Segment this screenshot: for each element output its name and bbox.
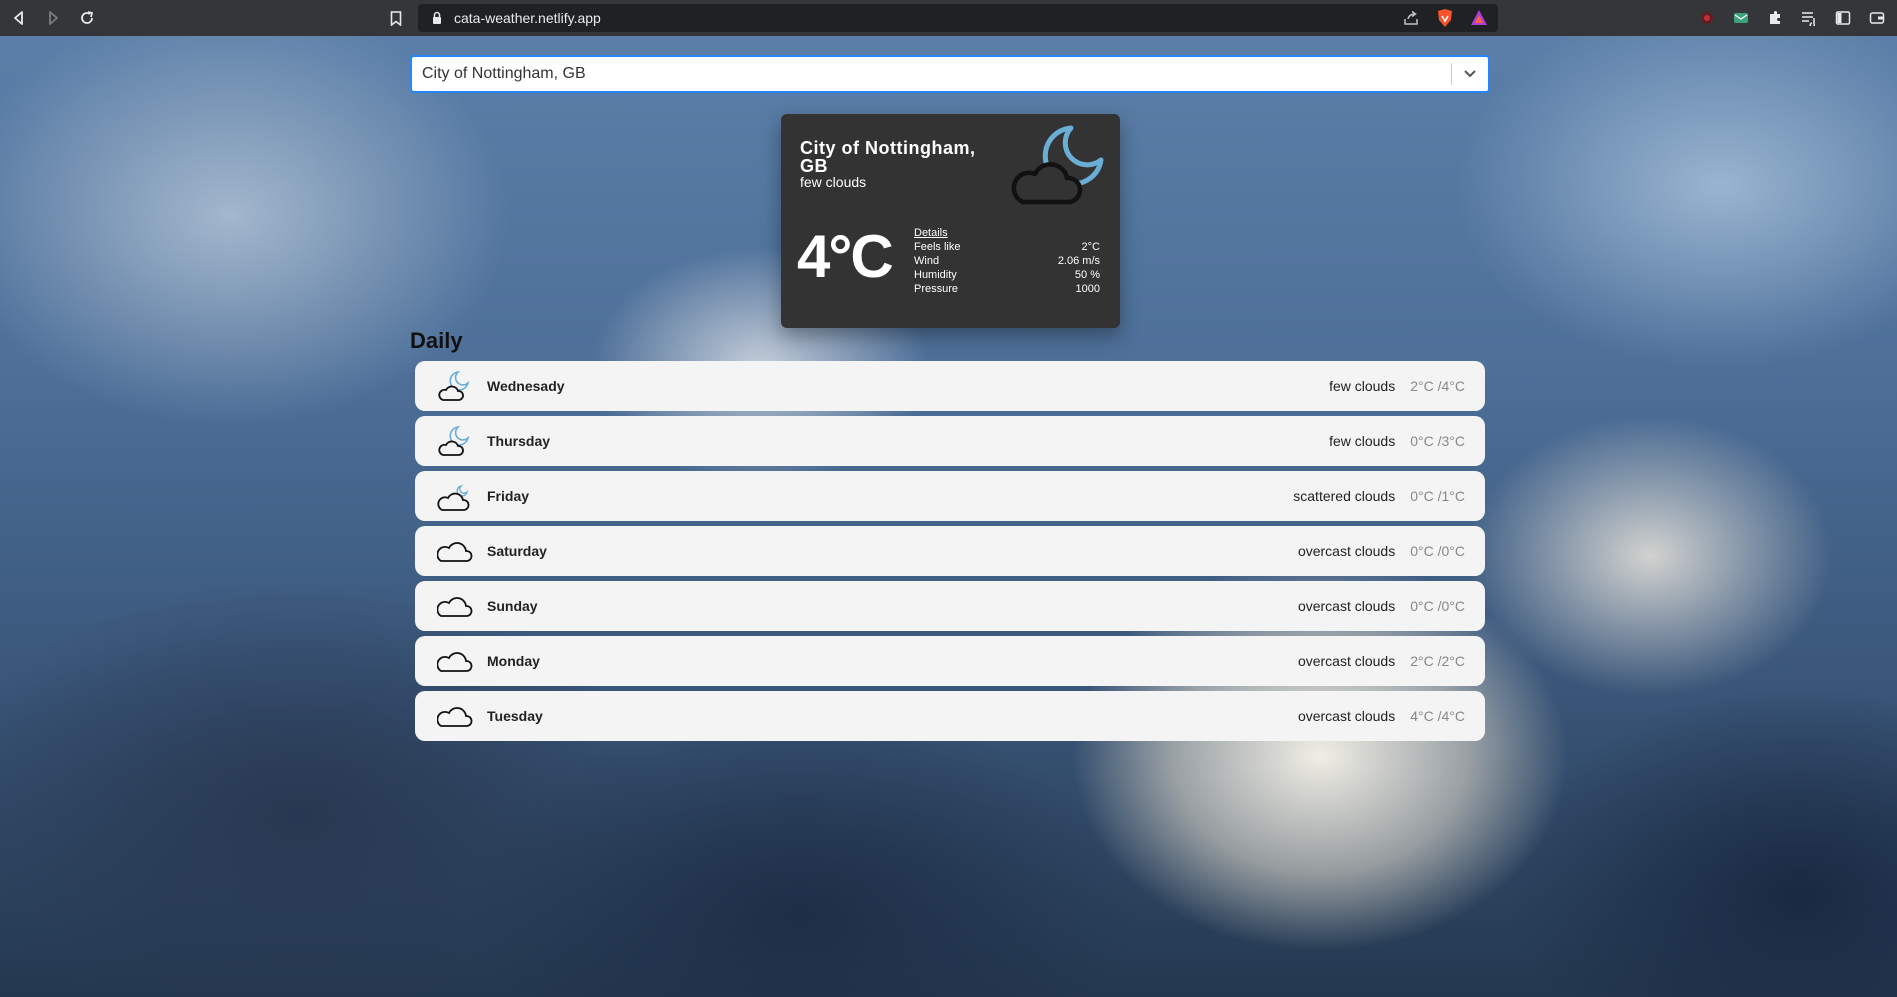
detail-row: Wind 2.06 m/s bbox=[914, 254, 1100, 268]
day-description: scattered clouds bbox=[1293, 488, 1396, 504]
city-search-select[interactable]: City of Nottingham, GB bbox=[410, 55, 1490, 93]
daily-forecast-row[interactable]: Friday scattered clouds 0°C /1°C bbox=[415, 471, 1485, 521]
day-temperature-range: 0°C /0°C bbox=[1410, 543, 1465, 559]
extension-mail-icon[interactable] bbox=[1729, 6, 1753, 30]
overcast-clouds-icon bbox=[437, 597, 473, 617]
detail-row: Humidity 50 % bbox=[914, 268, 1100, 282]
overcast-clouds-icon bbox=[437, 542, 473, 562]
current-temperature: 4°C bbox=[797, 223, 894, 290]
detail-label: Feels like bbox=[914, 241, 961, 253]
lock-icon bbox=[433, 11, 441, 24]
day-name: Friday bbox=[487, 488, 530, 504]
detail-row: Pressure 1000 bbox=[914, 282, 1100, 296]
day-temperature-range: 0°C /0°C bbox=[1410, 598, 1465, 614]
daily-forecast-row[interactable]: Monday overcast clouds 2°C /2°C bbox=[415, 636, 1485, 686]
playlist-icon[interactable] bbox=[1797, 6, 1821, 30]
few-clouds-icon bbox=[438, 425, 470, 456]
brave-rewards-icon[interactable] bbox=[1468, 7, 1490, 29]
extensions-puzzle-icon[interactable] bbox=[1763, 6, 1787, 30]
scattered-clouds-icon bbox=[437, 484, 470, 511]
brave-shield-icon[interactable] bbox=[1434, 7, 1456, 29]
address-bar-actions bbox=[1400, 7, 1490, 29]
nav-buttons bbox=[2, 1, 104, 35]
detail-label: Humidity bbox=[914, 269, 957, 281]
day-description: overcast clouds bbox=[1297, 708, 1396, 724]
daily-forecast-list: Wednesady few clouds 2°C /4°C Thursday f… bbox=[415, 361, 1485, 746]
reload-icon[interactable] bbox=[70, 1, 104, 35]
day-name: Thursday bbox=[487, 433, 551, 449]
detail-row: Feels like 2°C bbox=[914, 240, 1100, 254]
day-temperature-range: 4°C /4°C bbox=[1410, 708, 1465, 724]
day-description: few clouds bbox=[1329, 433, 1396, 449]
details-panel: Details Feels like 2°C Wind 2.06 m/s Hum… bbox=[914, 226, 1100, 296]
day-description: overcast clouds bbox=[1297, 653, 1396, 669]
browser-toolbar: cata-weather.netlify.app bbox=[0, 0, 1897, 36]
share-icon[interactable] bbox=[1400, 7, 1422, 29]
day-name: Saturday bbox=[487, 543, 547, 559]
current-city: City of Nottingham, GB bbox=[800, 138, 976, 176]
detail-value: 2°C bbox=[1081, 241, 1100, 253]
detail-label: Wind bbox=[914, 255, 940, 267]
day-name: Monday bbox=[487, 653, 540, 669]
detail-label: Pressure bbox=[914, 283, 959, 295]
day-name: Sunday bbox=[487, 598, 538, 614]
extension-bar bbox=[1695, 6, 1889, 30]
wallet-icon[interactable] bbox=[1865, 6, 1889, 30]
back-icon[interactable] bbox=[2, 1, 36, 35]
sidebar-icon[interactable] bbox=[1831, 6, 1855, 30]
extension-red-icon[interactable] bbox=[1695, 6, 1719, 30]
day-temperature-range: 2°C /2°C bbox=[1410, 653, 1465, 669]
detail-value: 2.06 m/s bbox=[1057, 255, 1100, 267]
day-name: Wednesady bbox=[487, 378, 565, 394]
current-weather-card: City of Nottingham, GB few clouds 4°C De… bbox=[781, 114, 1120, 328]
bookmark-icon[interactable] bbox=[383, 5, 409, 31]
day-description: overcast clouds bbox=[1297, 543, 1396, 559]
day-temperature-range: 0°C /3°C bbox=[1410, 433, 1465, 449]
forward-icon[interactable] bbox=[36, 1, 70, 35]
day-temperature-range: 0°C /1°C bbox=[1410, 488, 1465, 504]
current-description: few clouds bbox=[800, 174, 867, 190]
chevron-down-icon[interactable] bbox=[1452, 57, 1488, 91]
details-title: Details bbox=[914, 227, 948, 239]
daily-forecast-row[interactable]: Saturday overcast clouds 0°C /0°C bbox=[415, 526, 1485, 576]
overcast-clouds-icon bbox=[437, 652, 473, 672]
day-description: overcast clouds bbox=[1297, 598, 1396, 614]
daily-forecast-row[interactable]: Wednesady few clouds 2°C /4°C bbox=[415, 361, 1485, 411]
daily-forecast-row[interactable]: Sunday overcast clouds 0°C /0°C bbox=[415, 581, 1485, 631]
day-name: Tuesday bbox=[487, 708, 543, 724]
url-text: cata-weather.netlify.app bbox=[454, 10, 601, 26]
daily-forecast-row[interactable]: Thursday few clouds 0°C /3°C bbox=[415, 416, 1485, 466]
daily-heading: Daily bbox=[410, 328, 463, 353]
address-bar[interactable]: cata-weather.netlify.app bbox=[418, 4, 1498, 32]
detail-value: 1000 bbox=[1075, 283, 1100, 295]
daily-forecast-row[interactable]: Tuesday overcast clouds 4°C /4°C bbox=[415, 691, 1485, 741]
city-search-value[interactable]: City of Nottingham, GB bbox=[412, 65, 1451, 83]
overcast-clouds-icon bbox=[437, 707, 473, 727]
day-description: few clouds bbox=[1329, 378, 1396, 394]
few-clouds-night-icon bbox=[1011, 125, 1104, 205]
detail-value: 50 % bbox=[1074, 269, 1100, 281]
day-temperature-range: 2°C /4°C bbox=[1410, 378, 1465, 394]
page-background: City of Nottingham, GB City of Nottingha… bbox=[0, 36, 1897, 997]
few-clouds-icon bbox=[438, 370, 470, 401]
